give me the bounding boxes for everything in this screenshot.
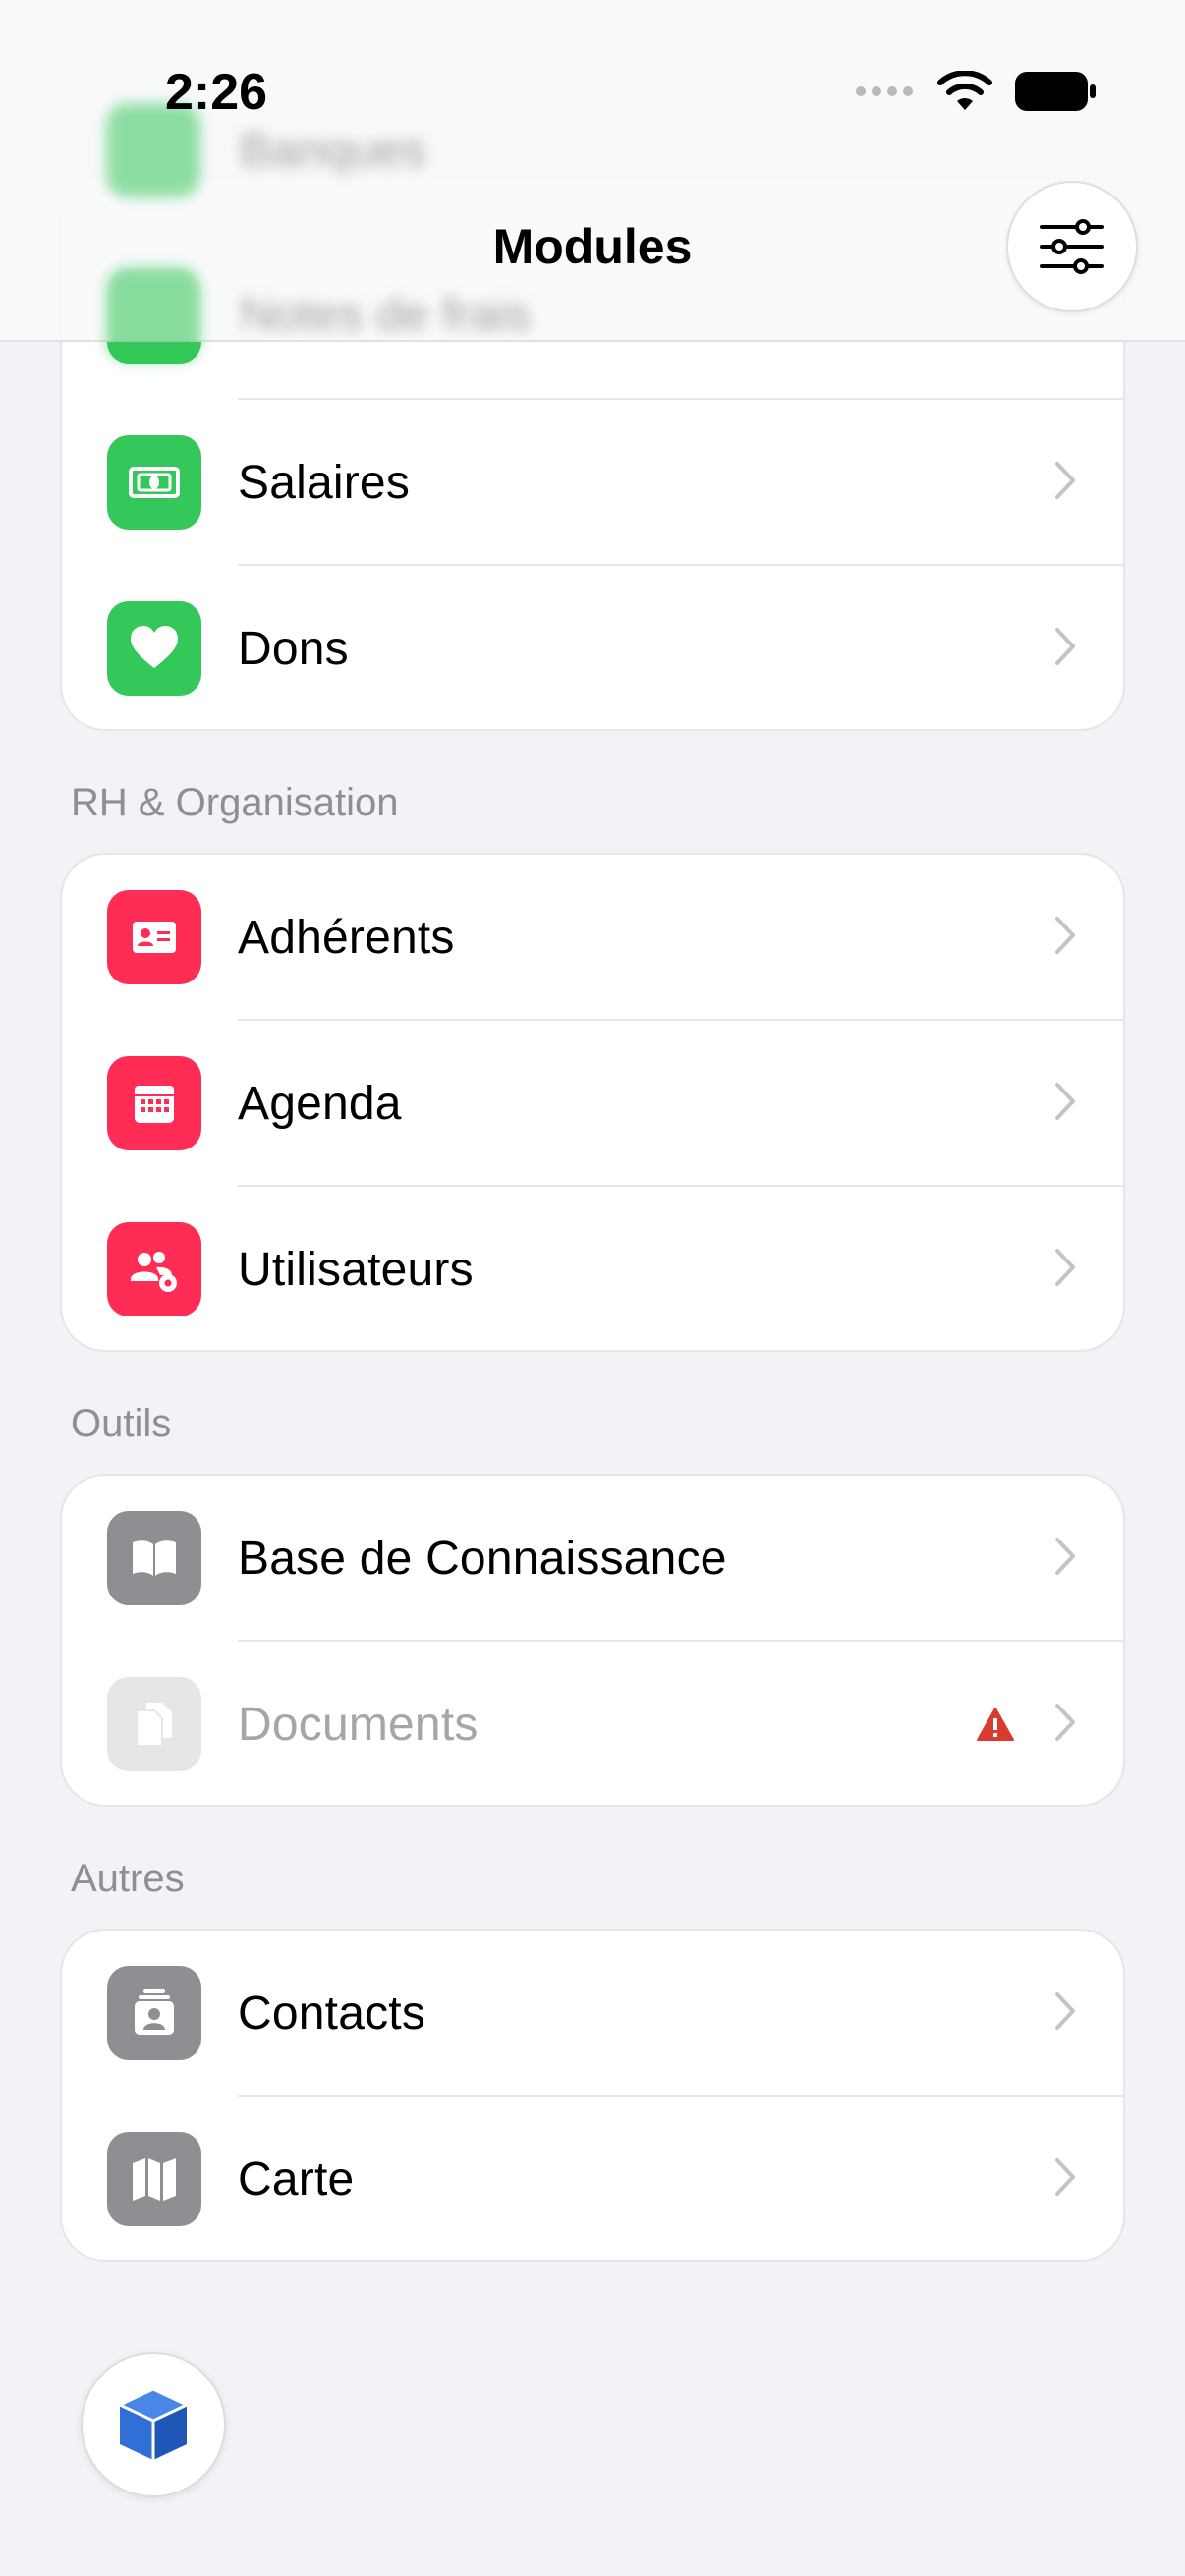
chevron-right-icon bbox=[1055, 2158, 1075, 2196]
row-agenda[interactable]: Agenda bbox=[62, 1021, 1123, 1187]
section-title-rh: RH & Organisation bbox=[71, 781, 399, 824]
modules-cube-button[interactable] bbox=[81, 2352, 226, 2497]
documents-icon bbox=[107, 1677, 201, 1771]
cube-icon bbox=[118, 2387, 189, 2460]
row-label: Base de Connaissance bbox=[238, 1533, 727, 1585]
row-adherents[interactable]: Adhérents bbox=[62, 855, 1123, 1021]
heart-icon bbox=[107, 601, 201, 696]
modules-list: Salaires Dons RH & Organisation Adhérent… bbox=[0, 0, 1185, 2576]
row-carte[interactable]: Carte bbox=[62, 2097, 1123, 2260]
row-base-de-connaissance[interactable]: Base de Connaissance bbox=[62, 1476, 1123, 1642]
row-salaires[interactable]: Salaires bbox=[62, 400, 1123, 566]
row-label: Carte bbox=[238, 2154, 355, 2206]
chevron-right-icon bbox=[1055, 1249, 1075, 1286]
filter-button[interactable] bbox=[1006, 181, 1138, 312]
calendar-icon bbox=[107, 1056, 201, 1150]
id-card-icon bbox=[107, 890, 201, 984]
contact-card-icon bbox=[107, 1966, 201, 2060]
row-label: Salaires bbox=[238, 457, 411, 509]
users-gear-icon bbox=[107, 1222, 201, 1316]
row-label: Documents bbox=[238, 1699, 479, 1751]
row-label: Agenda bbox=[238, 1078, 402, 1130]
warning-icon bbox=[977, 1708, 1014, 1741]
wifi-icon bbox=[937, 71, 992, 110]
row-contacts[interactable]: Contacts bbox=[62, 1931, 1123, 2097]
row-label: Utilisateurs bbox=[238, 1244, 474, 1296]
chevron-right-icon bbox=[1055, 462, 1075, 499]
banknote-icon bbox=[107, 435, 201, 530]
status-time: 2:26 bbox=[165, 64, 268, 121]
chevron-right-icon bbox=[1055, 1992, 1075, 2030]
chevron-right-icon bbox=[1055, 1704, 1075, 1741]
autres-card: Contacts Carte bbox=[60, 1929, 1125, 2262]
chevron-right-icon bbox=[1055, 1538, 1075, 1575]
navigation-header: Banques Notes de frais 2:26 Modules bbox=[0, 0, 1185, 362]
chevron-right-icon bbox=[1055, 1083, 1075, 1120]
signal-dots-icon bbox=[856, 86, 913, 96]
battery-icon bbox=[1015, 72, 1096, 111]
row-label: Adhérents bbox=[238, 912, 455, 964]
book-icon bbox=[107, 1511, 201, 1605]
blurred-row-notes-de-frais: Notes de frais bbox=[106, 267, 531, 362]
row-label: Dons bbox=[238, 623, 349, 675]
row-dons[interactable]: Dons bbox=[62, 566, 1123, 729]
rh-card: Adhérents Agenda Utilisateurs bbox=[60, 853, 1125, 1352]
row-label: Contacts bbox=[238, 1988, 426, 2040]
section-title-outils: Outils bbox=[71, 1402, 172, 1445]
chevron-right-icon bbox=[1055, 628, 1075, 665]
chevron-right-icon bbox=[1055, 917, 1075, 954]
sliders-icon bbox=[1040, 219, 1104, 274]
section-title-autres: Autres bbox=[71, 1857, 185, 1900]
outils-card: Base de Connaissance Documents bbox=[60, 1474, 1125, 1807]
row-documents[interactable]: Documents bbox=[62, 1642, 1123, 1805]
map-icon bbox=[107, 2132, 201, 2226]
status-icons bbox=[855, 71, 1097, 112]
row-utilisateurs[interactable]: Utilisateurs bbox=[62, 1187, 1123, 1350]
